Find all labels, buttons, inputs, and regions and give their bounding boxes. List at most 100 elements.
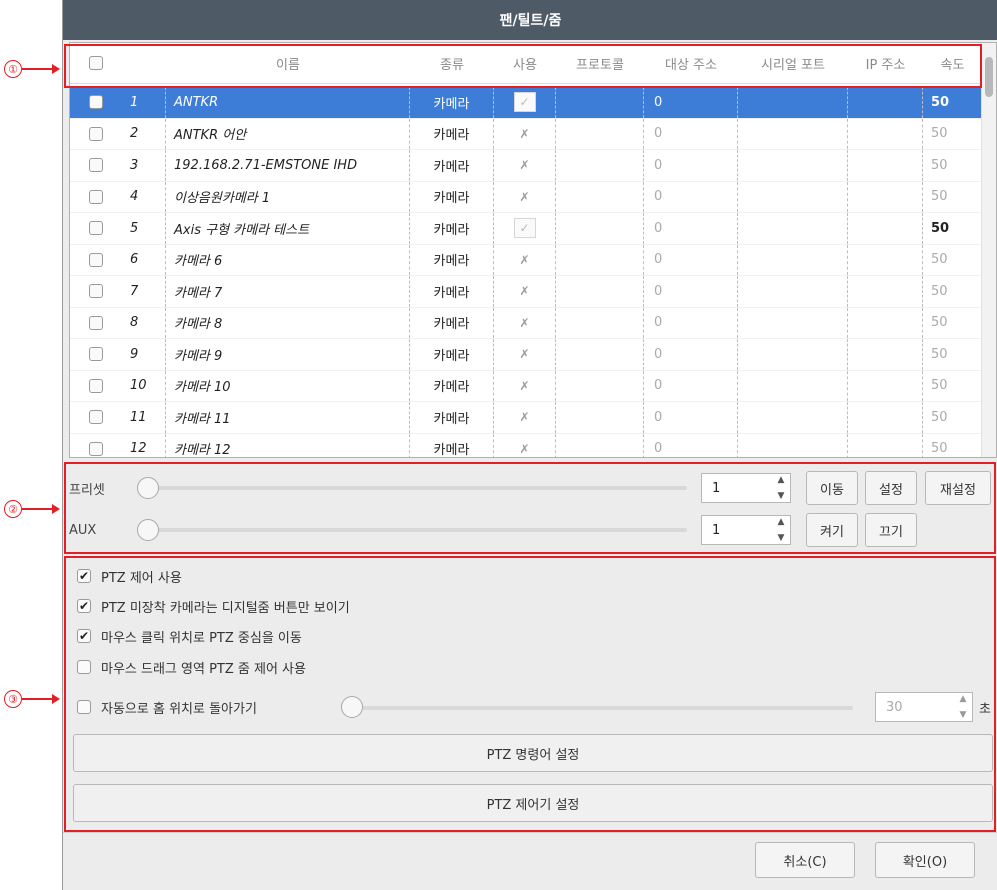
row-checkbox[interactable] (70, 308, 122, 339)
table-row[interactable]: 4 이상음원카메라 1 카메라 ✗ 0 50 (70, 181, 982, 213)
header-name[interactable]: 이름 (166, 43, 410, 83)
preset-slider-track[interactable] (147, 486, 687, 490)
auto-home-spinbox[interactable]: 30 ▲ ▼ (875, 692, 973, 722)
row-use[interactable]: ✗ (494, 433, 556, 457)
auto-home-option[interactable]: 자동으로 홈 위치로 돌아가기 (77, 696, 257, 718)
table-row[interactable]: 10 카메라 10 카메라 ✗ 0 50 (70, 370, 982, 402)
row-checkbox[interactable] (70, 434, 122, 458)
table-row[interactable]: 2 ANTKR 어안 카메라 ✗ 0 50 (70, 118, 982, 150)
use-x-icon[interactable]: ✗ (519, 253, 529, 267)
row-checkbox[interactable] (70, 150, 122, 181)
row-checkbox-box[interactable] (89, 221, 103, 236)
ptz-enable-checkbox[interactable]: ✔ (77, 569, 91, 583)
row-use[interactable]: ✗ (494, 339, 556, 370)
table-scrollbar[interactable] (981, 43, 996, 457)
use-check-icon[interactable]: ✓ (513, 218, 536, 239)
digital-zoom-checkbox[interactable]: ✔ (77, 599, 91, 613)
table-row[interactable]: 7 카메라 7 카메라 ✗ 0 50 (70, 276, 982, 308)
table-row[interactable]: 8 카메라 8 카메라 ✗ 0 50 (70, 307, 982, 339)
select-all-checkbox[interactable] (70, 43, 122, 83)
row-checkbox[interactable] (70, 87, 122, 118)
row-checkbox-box[interactable] (89, 378, 103, 393)
row-use[interactable]: ✗ (494, 370, 556, 401)
use-x-icon[interactable]: ✗ (519, 442, 529, 456)
row-checkbox-box[interactable] (89, 347, 103, 362)
use-x-icon[interactable]: ✗ (519, 190, 529, 204)
ptz-enable-option[interactable]: ✔ PTZ 제어 사용 (77, 565, 182, 587)
table-row[interactable]: 5 Axis 구형 카메라 테스트 카메라 ✓ 0 50 (70, 213, 982, 245)
row-checkbox-box[interactable] (89, 252, 103, 267)
row-use[interactable]: ✗ (494, 181, 556, 212)
use-x-icon[interactable]: ✗ (519, 158, 529, 172)
row-checkbox[interactable] (70, 339, 122, 370)
auto-home-slider-knob[interactable] (341, 696, 363, 718)
table-row[interactable]: 11 카메라 11 카메라 ✗ 0 50 (70, 402, 982, 434)
click-center-option[interactable]: ✔ 마우스 클릭 위치로 PTZ 중심을 이동 (77, 625, 302, 647)
row-use[interactable]: ✗ (494, 244, 556, 275)
preset-set-button[interactable]: 설정 (865, 471, 917, 505)
aux-on-button[interactable]: 켜기 (806, 513, 858, 547)
preset-reset-button[interactable]: 재설정 (925, 471, 991, 505)
header-no[interactable] (122, 43, 166, 83)
drag-zoom-option[interactable]: 마우스 드래그 영역 PTZ 줌 제어 사용 (77, 656, 306, 678)
auto-home-spin-arrows[interactable]: ▲ ▼ (956, 694, 970, 720)
row-checkbox[interactable] (70, 371, 122, 402)
aux-spinbox[interactable]: 1 ▲ ▼ (701, 515, 791, 545)
row-checkbox[interactable] (70, 119, 122, 150)
row-checkbox[interactable] (70, 245, 122, 276)
row-checkbox[interactable] (70, 402, 122, 433)
row-checkbox-box[interactable] (89, 158, 103, 173)
ptz-controller-button[interactable]: PTZ 제어기 설정 (73, 784, 993, 822)
table-row[interactable]: 1 ANTKR 카메라 ✓ 0 50 (70, 87, 982, 119)
header-speed[interactable]: 속도 (923, 43, 982, 83)
row-checkbox-box[interactable] (89, 95, 103, 110)
use-x-icon[interactable]: ✗ (519, 284, 529, 298)
table-row[interactable]: 3 192.168.2.71-EMSTONE IHD 카메라 ✗ 0 50 (70, 150, 982, 182)
aux-off-button[interactable]: 끄기 (865, 513, 917, 547)
use-x-icon[interactable]: ✗ (519, 127, 529, 141)
header-protocol[interactable]: 프로토콜 (556, 43, 644, 83)
header-ip[interactable]: IP 주소 (848, 43, 923, 83)
row-use[interactable]: ✗ (494, 118, 556, 149)
auto-home-slider-track[interactable] (353, 706, 853, 710)
scrollbar-thumb[interactable] (985, 57, 993, 97)
row-use[interactable]: ✗ (494, 150, 556, 181)
use-check-icon[interactable]: ✓ (513, 92, 536, 113)
click-center-checkbox[interactable]: ✔ (77, 629, 91, 643)
cancel-button[interactable]: 취소(C) (755, 842, 855, 878)
header-address[interactable]: 대상 주소 (644, 43, 738, 83)
row-checkbox-box[interactable] (89, 189, 103, 204)
table-row[interactable]: 6 카메라 6 카메라 ✗ 0 50 (70, 244, 982, 276)
auto-home-checkbox[interactable] (77, 700, 91, 714)
drag-zoom-checkbox[interactable] (77, 660, 91, 674)
preset-slider-knob[interactable] (137, 477, 159, 499)
row-use[interactable]: ✗ (494, 276, 556, 307)
row-checkbox-box[interactable] (89, 126, 103, 141)
row-checkbox-box[interactable] (89, 284, 103, 299)
header-serial-port[interactable]: 시리얼 포트 (738, 43, 848, 83)
table-row[interactable]: 12 카메라 12 카메라 ✗ 0 50 (70, 433, 982, 458)
ok-button[interactable]: 확인(O) (875, 842, 975, 878)
use-x-icon[interactable]: ✗ (519, 379, 529, 393)
preset-move-button[interactable]: 이동 (806, 471, 858, 505)
row-checkbox-box[interactable] (89, 315, 103, 330)
row-checkbox-box[interactable] (89, 410, 103, 425)
table-row[interactable]: 9 카메라 9 카메라 ✗ 0 50 (70, 339, 982, 371)
use-x-icon[interactable]: ✗ (519, 410, 529, 424)
row-checkbox-box[interactable] (89, 441, 103, 456)
row-use[interactable]: ✗ (494, 307, 556, 338)
aux-spin-arrows[interactable]: ▲ ▼ (774, 517, 788, 543)
preset-spin-arrows[interactable]: ▲ ▼ (774, 475, 788, 501)
row-use[interactable]: ✓ (494, 213, 556, 244)
row-checkbox[interactable] (70, 182, 122, 213)
ptz-command-button[interactable]: PTZ 명령어 설정 (73, 734, 993, 772)
header-type[interactable]: 종류 (410, 43, 494, 83)
row-use[interactable]: ✓ (494, 87, 556, 118)
row-checkbox[interactable] (70, 276, 122, 307)
row-use[interactable]: ✗ (494, 402, 556, 433)
preset-spinbox[interactable]: 1 ▲ ▼ (701, 473, 791, 503)
use-x-icon[interactable]: ✗ (519, 347, 529, 361)
use-x-icon[interactable]: ✗ (519, 316, 529, 330)
aux-slider-track[interactable] (147, 528, 687, 532)
row-checkbox[interactable] (70, 213, 122, 244)
